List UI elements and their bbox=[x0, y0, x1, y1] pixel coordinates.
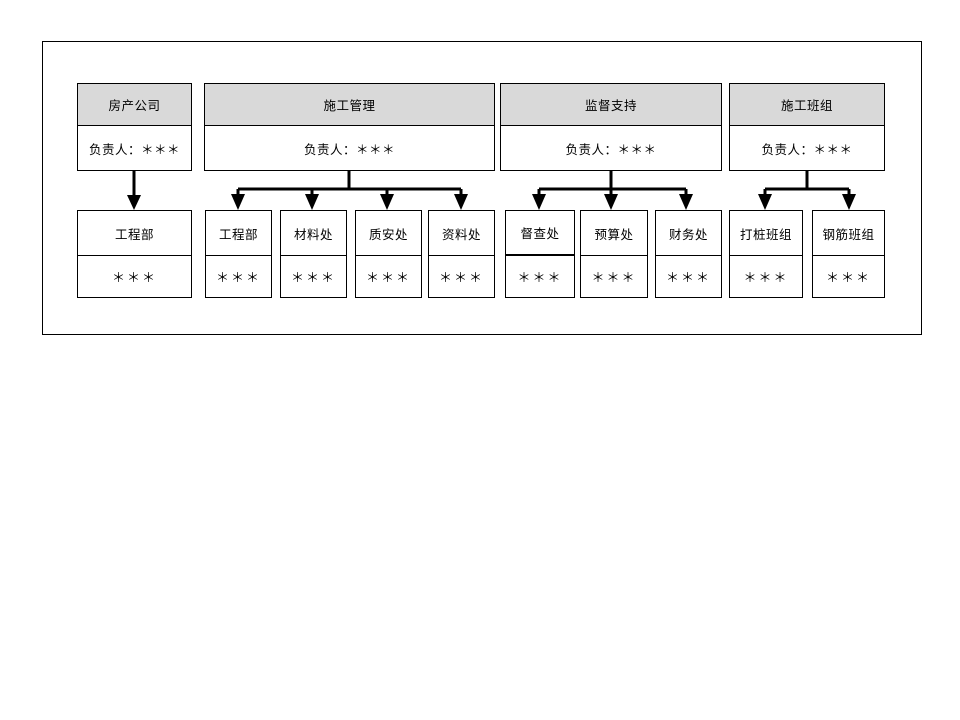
node-manager-label: 负责人：＊＊＊ bbox=[78, 126, 191, 170]
diagram-canvas: 房产公司 负责人：＊＊＊ 施工管理 负责人：＊＊＊ 监督支持 负责人：＊＊＊ 施… bbox=[0, 0, 960, 720]
leaf-node-rebar-team[interactable]: 钢筋班组 ＊＊＊ bbox=[812, 210, 885, 298]
leaf-node-name: 工程部 bbox=[206, 211, 271, 256]
leaf-node-value: ＊＊＊ bbox=[581, 256, 647, 297]
leaf-node-budget-office[interactable]: 预算处 ＊＊＊ bbox=[580, 210, 648, 298]
node-supervision-support[interactable]: 监督支持 负责人：＊＊＊ bbox=[500, 83, 722, 171]
leaf-node-value: ＊＊＊ bbox=[506, 256, 574, 297]
leaf-node-value: ＊＊＊ bbox=[206, 256, 271, 297]
leaf-node-value: ＊＊＊ bbox=[656, 256, 721, 297]
leaf-node-documents-office[interactable]: 资料处 ＊＊＊ bbox=[428, 210, 495, 298]
leaf-node-materials-office[interactable]: 材料处 ＊＊＊ bbox=[280, 210, 347, 298]
leaf-node-value: ＊＊＊ bbox=[78, 256, 191, 297]
node-header-label: 施工管理 bbox=[205, 84, 494, 126]
leaf-node-name: 钢筋班组 bbox=[813, 211, 884, 256]
leaf-node-finance-office[interactable]: 财务处 ＊＊＊ bbox=[655, 210, 722, 298]
node-manager-label: 负责人：＊＊＊ bbox=[730, 126, 884, 170]
leaf-node-value: ＊＊＊ bbox=[730, 256, 802, 297]
leaf-node-name: 财务处 bbox=[656, 211, 721, 256]
leaf-node-inspection-office[interactable]: 督查处 ＊＊＊ bbox=[505, 210, 575, 298]
leaf-node-engineering-dept-a[interactable]: 工程部 ＊＊＊ bbox=[77, 210, 192, 298]
node-manager-label: 负责人：＊＊＊ bbox=[205, 126, 494, 170]
leaf-node-name: 打桩班组 bbox=[730, 211, 802, 256]
leaf-node-value: ＊＊＊ bbox=[356, 256, 421, 297]
leaf-node-name: 督查处 bbox=[506, 211, 574, 256]
node-construction-management[interactable]: 施工管理 负责人：＊＊＊ bbox=[204, 83, 495, 171]
leaf-node-name: 质安处 bbox=[356, 211, 421, 256]
leaf-node-name: 预算处 bbox=[581, 211, 647, 256]
node-property-company[interactable]: 房产公司 负责人：＊＊＊ bbox=[77, 83, 192, 171]
leaf-node-quality-safety-office[interactable]: 质安处 ＊＊＊ bbox=[355, 210, 422, 298]
leaf-node-value: ＊＊＊ bbox=[429, 256, 494, 297]
leaf-node-name: 材料处 bbox=[281, 211, 346, 256]
node-header-label: 房产公司 bbox=[78, 84, 191, 126]
node-manager-label: 负责人：＊＊＊ bbox=[501, 126, 721, 170]
node-header-label: 施工班组 bbox=[730, 84, 884, 126]
leaf-node-value: ＊＊＊ bbox=[813, 256, 884, 297]
leaf-node-name: 资料处 bbox=[429, 211, 494, 256]
node-construction-team[interactable]: 施工班组 负责人：＊＊＊ bbox=[729, 83, 885, 171]
node-header-label: 监督支持 bbox=[501, 84, 721, 126]
leaf-node-engineering-dept-b[interactable]: 工程部 ＊＊＊ bbox=[205, 210, 272, 298]
leaf-node-name: 工程部 bbox=[78, 211, 191, 256]
leaf-node-value: ＊＊＊ bbox=[281, 256, 346, 297]
leaf-node-piling-team[interactable]: 打桩班组 ＊＊＊ bbox=[729, 210, 803, 298]
